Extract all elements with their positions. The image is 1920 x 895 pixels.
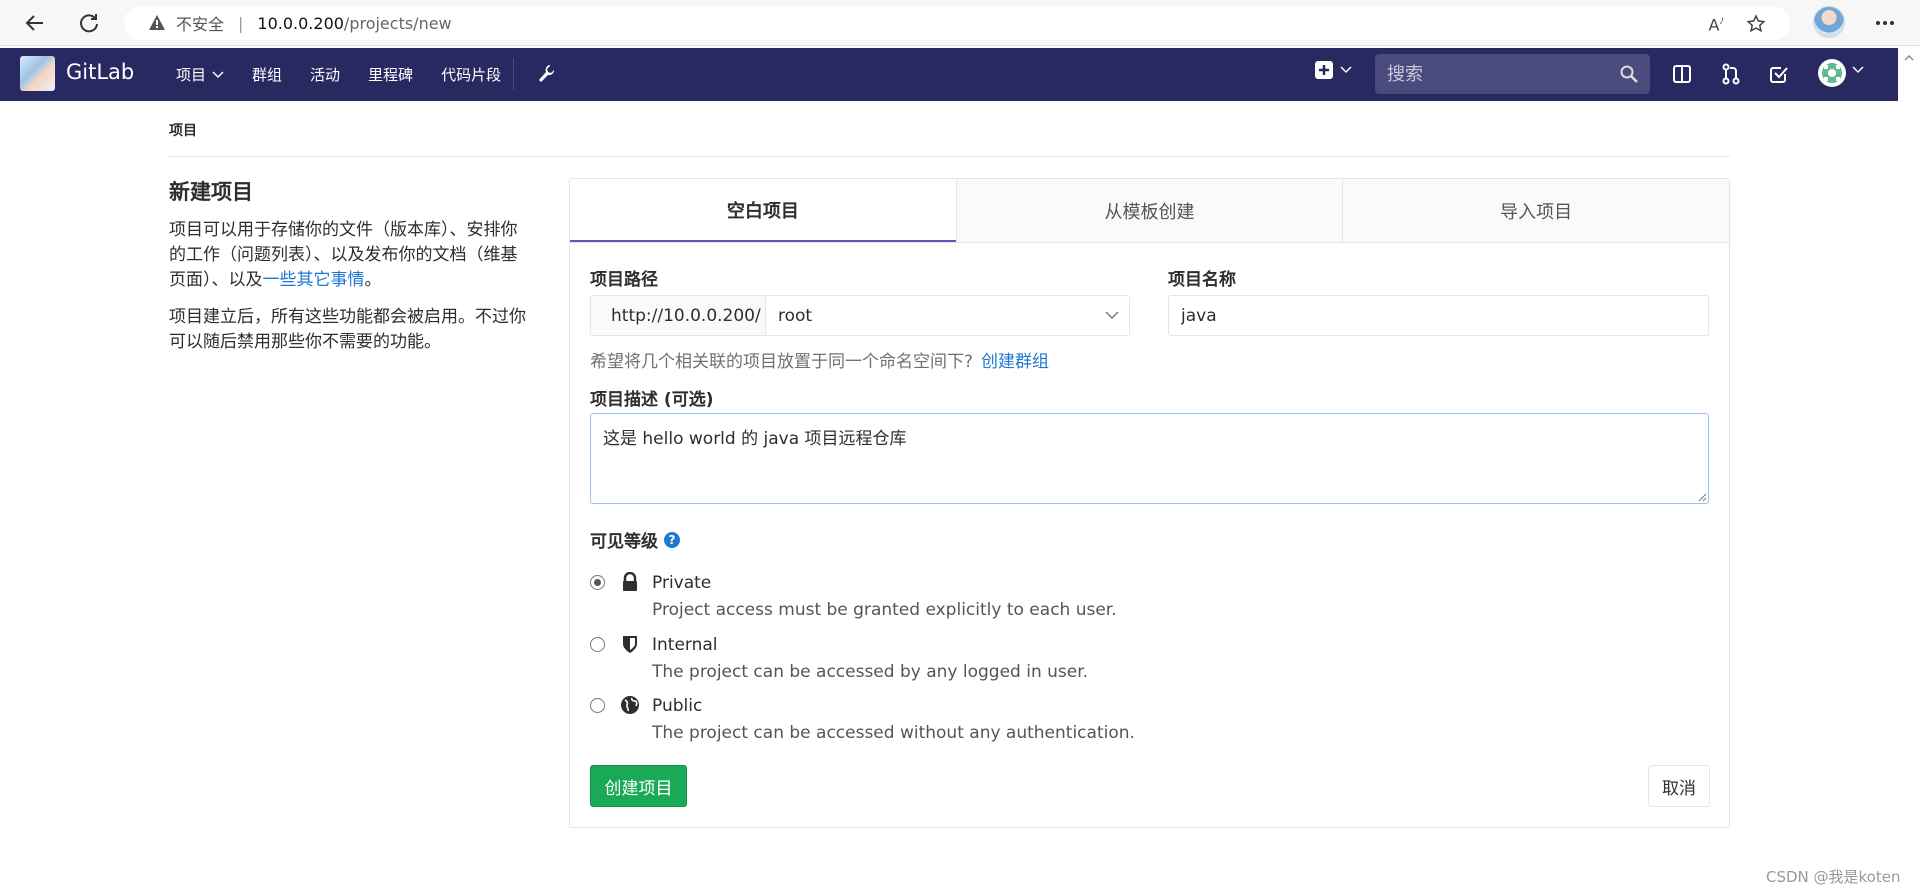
scroll-up-icon[interactable] [1898, 52, 1920, 64]
path-prefix: http://10.0.0.200/ [591, 296, 766, 335]
description-textarea[interactable]: 这是 hello world 的 java 项目远程仓库 [590, 413, 1709, 504]
project-tabs: 空白项目 从模板创建 导入项目 [570, 179, 1729, 243]
visibility-private[interactable]: Private Project access must be granted e… [590, 569, 1290, 625]
lock-icon [623, 572, 637, 591]
nav-divider [513, 58, 514, 90]
create-group-link[interactable]: 创建群组 [981, 352, 1049, 372]
breadcrumb-divider [169, 156, 1730, 157]
search-input[interactable] [1387, 63, 1620, 85]
browser-toolbar: 不安全 | 10.0.0.200/projects/new Aﾉ [0, 0, 1920, 46]
more-horizontal-icon [1876, 21, 1894, 25]
intro-paragraph: 项目可以用于存储你的文件（版本库）、安排你的工作（问题列表）、以及发布你的文档（… [169, 218, 529, 293]
user-avatar[interactable] [1818, 59, 1846, 87]
merge-request-icon[interactable] [1719, 62, 1743, 86]
visibility-internal-name: Internal [652, 635, 718, 655]
visibility-public[interactable]: Public The project can be accessed witho… [590, 692, 1290, 748]
project-name-input[interactable] [1168, 295, 1709, 336]
radio-public[interactable] [590, 698, 605, 713]
favorite-star-icon[interactable] [1746, 14, 1766, 34]
warning-icon [149, 15, 165, 30]
visibility-label: 可见等级 [590, 532, 658, 552]
radio-private[interactable] [590, 575, 605, 590]
visibility-private-name: Private [652, 573, 712, 593]
visibility-title: 可见等级 ? [590, 527, 680, 552]
nav-groups[interactable]: 群组 [252, 64, 282, 85]
nav-milestones[interactable]: 里程碑 [368, 64, 413, 85]
resize-grip-icon[interactable] [1697, 492, 1707, 502]
wrench-icon[interactable] [536, 63, 556, 85]
identicon-icon [1822, 63, 1842, 83]
nav-snippets[interactable]: 代码片段 [441, 64, 501, 85]
namespace-value: root [778, 305, 813, 326]
namespace-select[interactable]: root [766, 296, 1129, 335]
arrow-left-icon [25, 15, 43, 31]
nav-projects[interactable]: 项目 [176, 64, 224, 85]
visibility-public-desc: The project can be accessed without any … [652, 723, 1135, 743]
page-title: 新建项目 [169, 180, 253, 204]
help-icon[interactable]: ? [664, 531, 680, 548]
tab-from-template[interactable]: 从模板创建 [955, 179, 1343, 242]
sidebar-toggle-icon[interactable] [1670, 62, 1694, 86]
cancel-button[interactable]: 取消 [1648, 765, 1710, 807]
new-dropdown-button[interactable] [1314, 60, 1352, 80]
namespace-hint-text: 希望将几个相关联的项目放置于同一个命名空间下? [590, 352, 974, 372]
scrollbar[interactable] [1898, 48, 1920, 895]
intro-section: 新建项目 项目可以用于存储你的文件（版本库）、安排你的工作（问题列表）、以及发布… [169, 176, 529, 367]
security-label: 不安全 [176, 15, 225, 34]
address-separator: | [238, 13, 244, 33]
url-path: /projects/new [343, 13, 452, 33]
namespace-hint: 希望将几个相关联的项目放置于同一个命名空间下? 创建群组 [590, 347, 1049, 372]
description-label: 项目描述 (可选) [590, 390, 714, 410]
tab-blank-project[interactable]: 空白项目 [570, 179, 956, 242]
brand-name[interactable]: GitLab [66, 60, 134, 84]
create-project-button[interactable]: 创建项目 [590, 765, 687, 807]
shield-icon [623, 636, 637, 653]
chevron-down-icon [212, 70, 224, 78]
back-button[interactable] [20, 8, 50, 38]
gitlab-logo-avatar[interactable] [20, 56, 55, 91]
globe-icon [621, 696, 639, 714]
top-nav: 项目 群组 活动 里程碑 代码片段 [176, 48, 501, 101]
url-host: 10.0.0.200 [257, 13, 344, 33]
radio-internal[interactable] [590, 637, 605, 652]
visibility-internal[interactable]: Internal The project can be accessed by … [590, 631, 1290, 687]
address-bar[interactable]: 不安全 | 10.0.0.200/projects/new Aﾉ [124, 6, 1790, 40]
new-project-panel: 空白项目 从模板创建 导入项目 项目路径 http://10.0.0.200/ … [569, 178, 1730, 828]
other-things-link[interactable]: 一些其它事情 [263, 270, 365, 290]
visibility-private-desc: Project access must be granted explicitl… [652, 600, 1117, 620]
browser-profile-avatar[interactable] [1813, 6, 1845, 38]
reload-button[interactable] [74, 8, 104, 38]
chevron-down-icon [1340, 66, 1352, 74]
intro-paragraph-2: 项目建立后，所有这些功能都会被启用。不过你可以随后禁用那些你不需要的功能。 [169, 307, 526, 352]
project-path-group: http://10.0.0.200/ root [590, 295, 1130, 336]
watermark: CSDN @我是koten [1766, 868, 1901, 886]
visibility-public-name: Public [652, 696, 703, 716]
tab-import-project[interactable]: 导入项目 [1342, 179, 1729, 242]
chevron-down-icon [1105, 311, 1119, 320]
search-icon[interactable] [1620, 65, 1638, 83]
nav-projects-label: 项目 [176, 66, 207, 84]
project-path-label: 项目路径 [590, 270, 658, 290]
reload-icon [80, 14, 98, 33]
read-aloud-icon[interactable]: Aﾉ [1709, 14, 1724, 34]
chevron-down-icon[interactable] [1852, 66, 1864, 74]
intro-period: 。 [364, 270, 382, 290]
project-name-label: 项目名称 [1168, 270, 1236, 290]
plus-square-icon [1315, 61, 1333, 79]
nav-activity[interactable]: 活动 [310, 64, 340, 85]
visibility-internal-desc: The project can be accessed by any logge… [652, 662, 1089, 682]
todo-check-icon[interactable] [1767, 62, 1791, 86]
breadcrumb[interactable]: 项目 [169, 120, 197, 140]
browser-menu-button[interactable] [1870, 8, 1900, 38]
search-box[interactable] [1375, 54, 1650, 94]
